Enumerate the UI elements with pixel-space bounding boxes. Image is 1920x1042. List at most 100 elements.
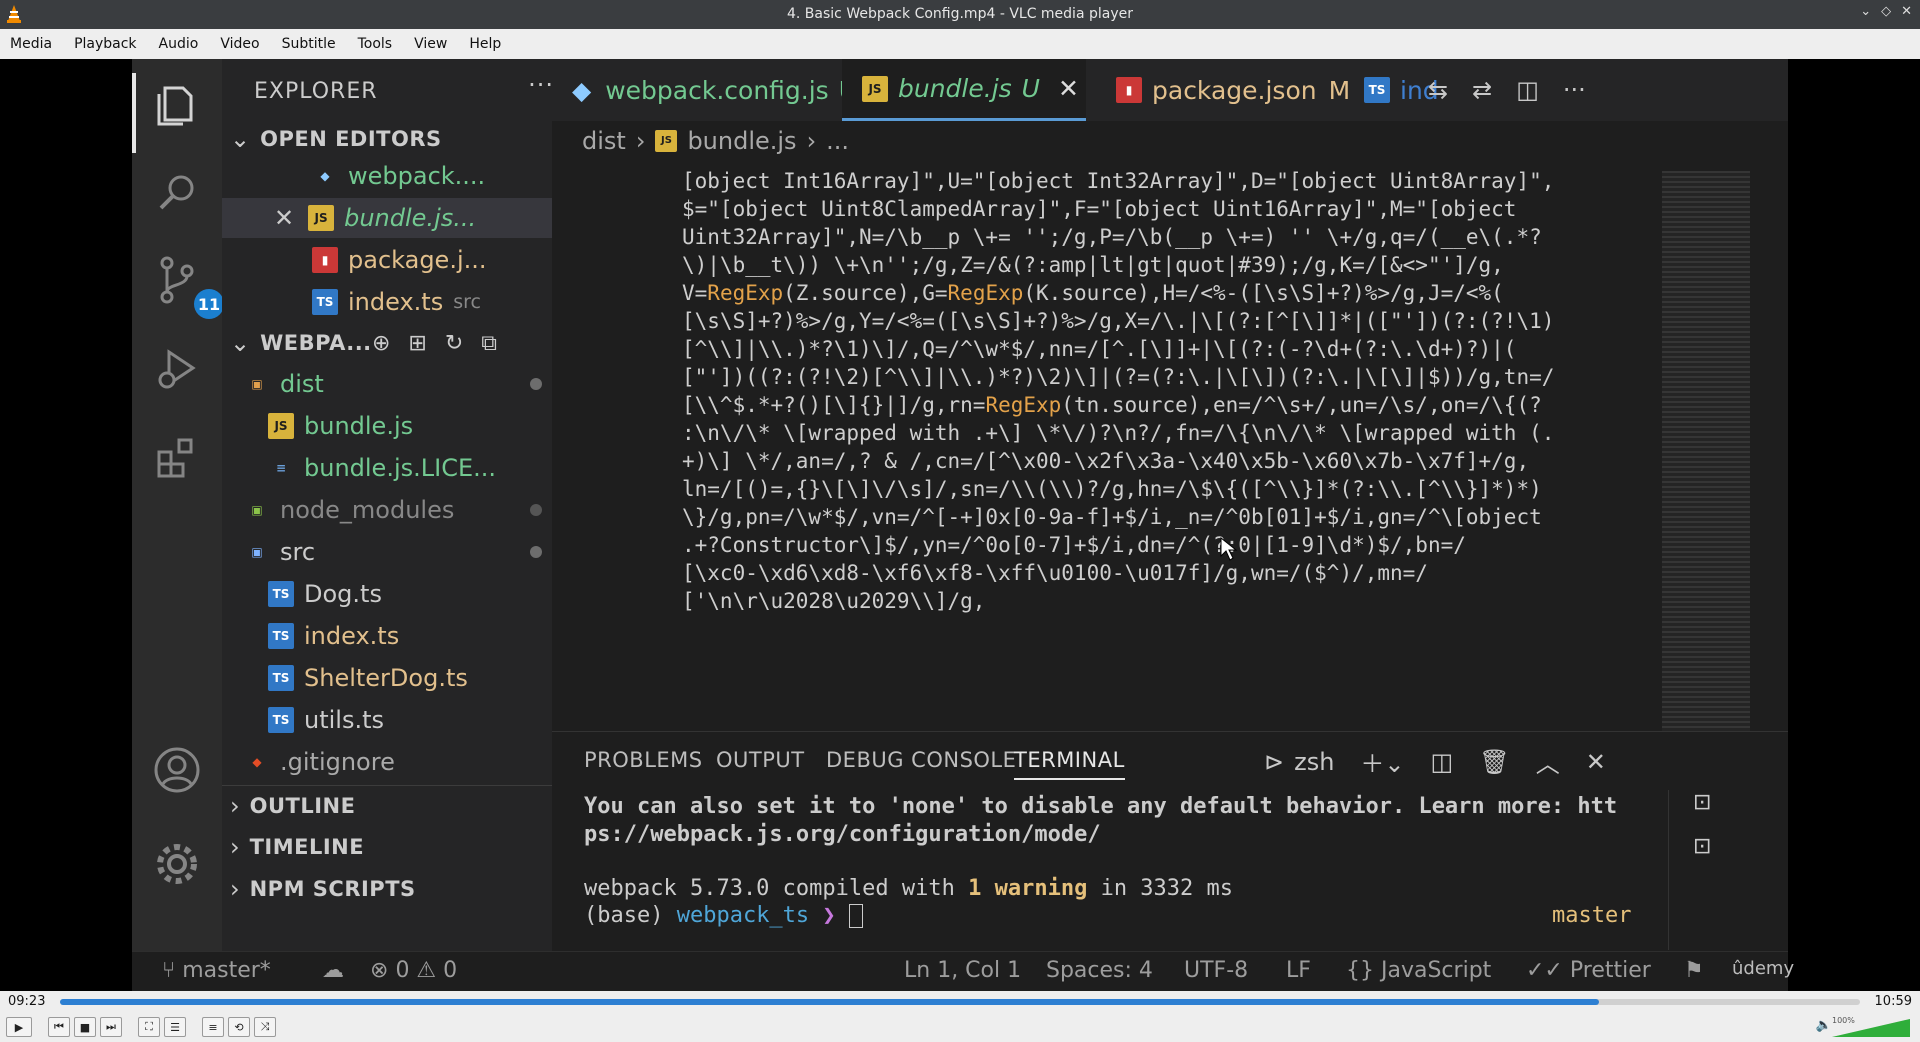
open-editor-item: ✕ JS bundle.js... U [222,198,604,238]
prettier-status[interactable]: ✓✓ Prettier [1526,958,1651,983]
new-terminal-icon[interactable]: ＋⌄ [1360,744,1404,779]
text-file-icon: ≡ [275,461,287,475]
language-mode[interactable]: {} JavaScript [1346,958,1491,983]
minimap[interactable] [1662,171,1750,731]
fullscreen-button[interactable]: ⛶ [138,1017,160,1037]
js-icon: JS [862,75,888,102]
tree-item: TS Dog.ts [222,574,598,614]
tree-item: ≡ bundle.js.LICE... U [222,448,598,488]
status-bar: ⑂ master* ☁ ⊗ 0 ⚠ 0 Ln 1, Col 1 Spaces: … [132,951,1794,991]
window-title: 4. Basic Webpack Config.mp4 - VLC media … [787,6,1133,22]
tree-item: TS utils.ts [222,700,598,740]
tab-output[interactable]: OUTPUT [716,748,805,772]
ts-icon: TS [268,623,294,649]
shuffle-button[interactable]: ⤨ [254,1017,276,1037]
terminal-icon[interactable]: ⊡ [1693,834,1711,859]
player-controls: 09:23 10:59 ▶ ⏮ ■ ⏭ ⛶ ☰ ≡ ⟲ ⤨ 🔈 100% [0,991,1920,1042]
terminal-icon[interactable]: ⊡ [1693,790,1711,815]
total-time: 10:59 [1874,994,1912,1009]
close-icon[interactable]: ✕ [1901,4,1912,19]
split-terminal-icon[interactable]: ◫ [1431,748,1454,776]
shell-name: zsh [1294,747,1335,776]
webpack-icon: ◆ [572,75,592,105]
ts-icon: TS [1364,77,1390,103]
code-line: [\\^$.*+?()[\]{}|]/g,rn=RegExp(tn.source… [682,393,1542,417]
tree-item: TS index.ts M [222,616,598,656]
ts-icon: TS [268,581,294,607]
code-editor[interactable]: [object Int16Array]",U="[object Int32Arr… [552,169,1632,731]
extended-settings-button[interactable]: ☰ [164,1017,186,1037]
vlc-title-bar: 4. Basic Webpack Config.mp4 - VLC media … [0,0,1920,29]
tab-package-json: ▮ package.json M [1116,59,1350,121]
restore-icon[interactable]: ◇ [1881,4,1891,19]
tree-item: JS bundle.js U [222,406,598,446]
chevron-right-icon: › [635,127,646,155]
chevron-right-icon: › [230,875,240,903]
menu-view[interactable]: View [404,36,459,52]
git-branch[interactable]: ⑂ master* [162,958,271,983]
toggle-inline-icon: ⇄ [1472,76,1493,104]
activity-bar: 11 [132,59,224,951]
terminal-actions: ⊳ zsh ＋⌄ ◫ 🗑 ︿ ✕ [1264,744,1606,779]
encoding[interactable]: UTF-8 [1184,958,1248,983]
line-ending[interactable]: LF [1286,958,1311,983]
seek-bar[interactable] [60,999,1860,1005]
previous-button[interactable]: ⏮ [48,1017,70,1037]
ts-icon: TS [312,289,338,315]
chevron-down-icon: ⌄ [230,329,251,357]
menu-tools[interactable]: Tools [348,36,405,52]
js-icon: JS [268,413,294,439]
minimize-icon[interactable]: ⌄ [1860,4,1871,19]
explorer-icon [152,79,202,129]
menu-playback[interactable]: Playback [64,36,148,52]
stop-button[interactable]: ■ [74,1017,96,1037]
tab-bundle-js: JS bundle.js U ✕ [842,59,1086,121]
playlist-button[interactable]: ≡ [202,1017,224,1037]
menu-help[interactable]: Help [459,36,513,52]
account-icon [152,745,202,795]
ts-icon: TS [268,665,294,691]
volume-slider[interactable]: 100% [1802,1013,1912,1039]
folder-icon: ▣ [251,545,263,559]
menu-media[interactable]: Media [0,36,64,52]
feedback-icon[interactable]: ⚑ [1684,958,1704,983]
trash-icon[interactable]: 🗑 [1479,748,1509,776]
webpack-icon: ◆ [320,169,330,183]
code-line: :\n\/\* \[wrapped with .+\] \*\/)?\n?/,f… [682,421,1555,445]
code-line: +)\] \*/,an=/,? & /,cn=/[^\x00-\x2f\x3a-… [682,449,1530,473]
npm-scripts-section: › NPM SCRIPTS [230,875,416,903]
code-line: ln=/[()=,{}\[\]\/\s]/,sn=/\\(\\)?/g,hn=/… [682,477,1542,501]
timeline-section: › TIMELINE [230,833,365,861]
editor-tabs: ◆ webpack.config.js U JS bundle.js U ✕ ▮… [552,59,1788,121]
search-icon [152,167,202,217]
terminal-line: ps://webpack.js.org/configuration/mode/ [584,822,1101,847]
npm-icon: ▮ [1116,77,1142,103]
bottom-panel: PROBLEMS OUTPUT DEBUG CONSOLE TERMINAL ⊳… [552,731,1788,952]
menu-audio[interactable]: Audio [149,36,211,52]
udemy-watermark: ûdemy [1732,958,1795,979]
menu-subtitle[interactable]: Subtitle [272,36,348,52]
tab-problems[interactable]: PROBLEMS [584,748,703,772]
loop-button[interactable]: ⟲ [228,1017,250,1037]
menu-video[interactable]: Video [210,36,271,52]
vscode-window: 11 EXPLORER ··· ⌄ OPEN EDITORS ◆ webpack… [132,59,1794,991]
video-frame[interactable]: 11 EXPLORER ··· ⌄ OPEN EDITORS ◆ webpack… [0,59,1920,991]
tree-item: ▣ node_modules [222,490,574,530]
next-button[interactable]: ⏭ [100,1017,122,1037]
indentation[interactable]: Spaces: 4 [1046,958,1153,983]
tree-item: ◆ .gitignore [222,742,574,782]
code-line: [object Int16Array]",U="[object Int32Arr… [682,169,1555,193]
tab-terminal[interactable]: TERMINAL [1014,748,1125,780]
play-button[interactable]: ▶ [6,1017,32,1037]
chevron-up-icon[interactable]: ︿ [1536,744,1560,779]
explorer-actions-icon: ⊕⊞↻⧉ [372,330,516,356]
code-line: V=RegExp(Z.source),G=RegExp(K.source),H=… [682,281,1504,305]
elapsed-time: 09:23 [8,994,46,1009]
problems-indicator[interactable]: ⊗ 0 ⚠ 0 [370,958,457,983]
tab-debug-console[interactable]: DEBUG CONSOLE [826,748,1016,772]
sync-icon[interactable]: ☁ [322,958,344,983]
cursor-position[interactable]: Ln 1, Col 1 [904,958,1021,983]
terminal-branch: master [1552,903,1632,928]
close-panel-icon[interactable]: ✕ [1586,748,1606,776]
more-actions-icon: ··· [1562,76,1586,104]
